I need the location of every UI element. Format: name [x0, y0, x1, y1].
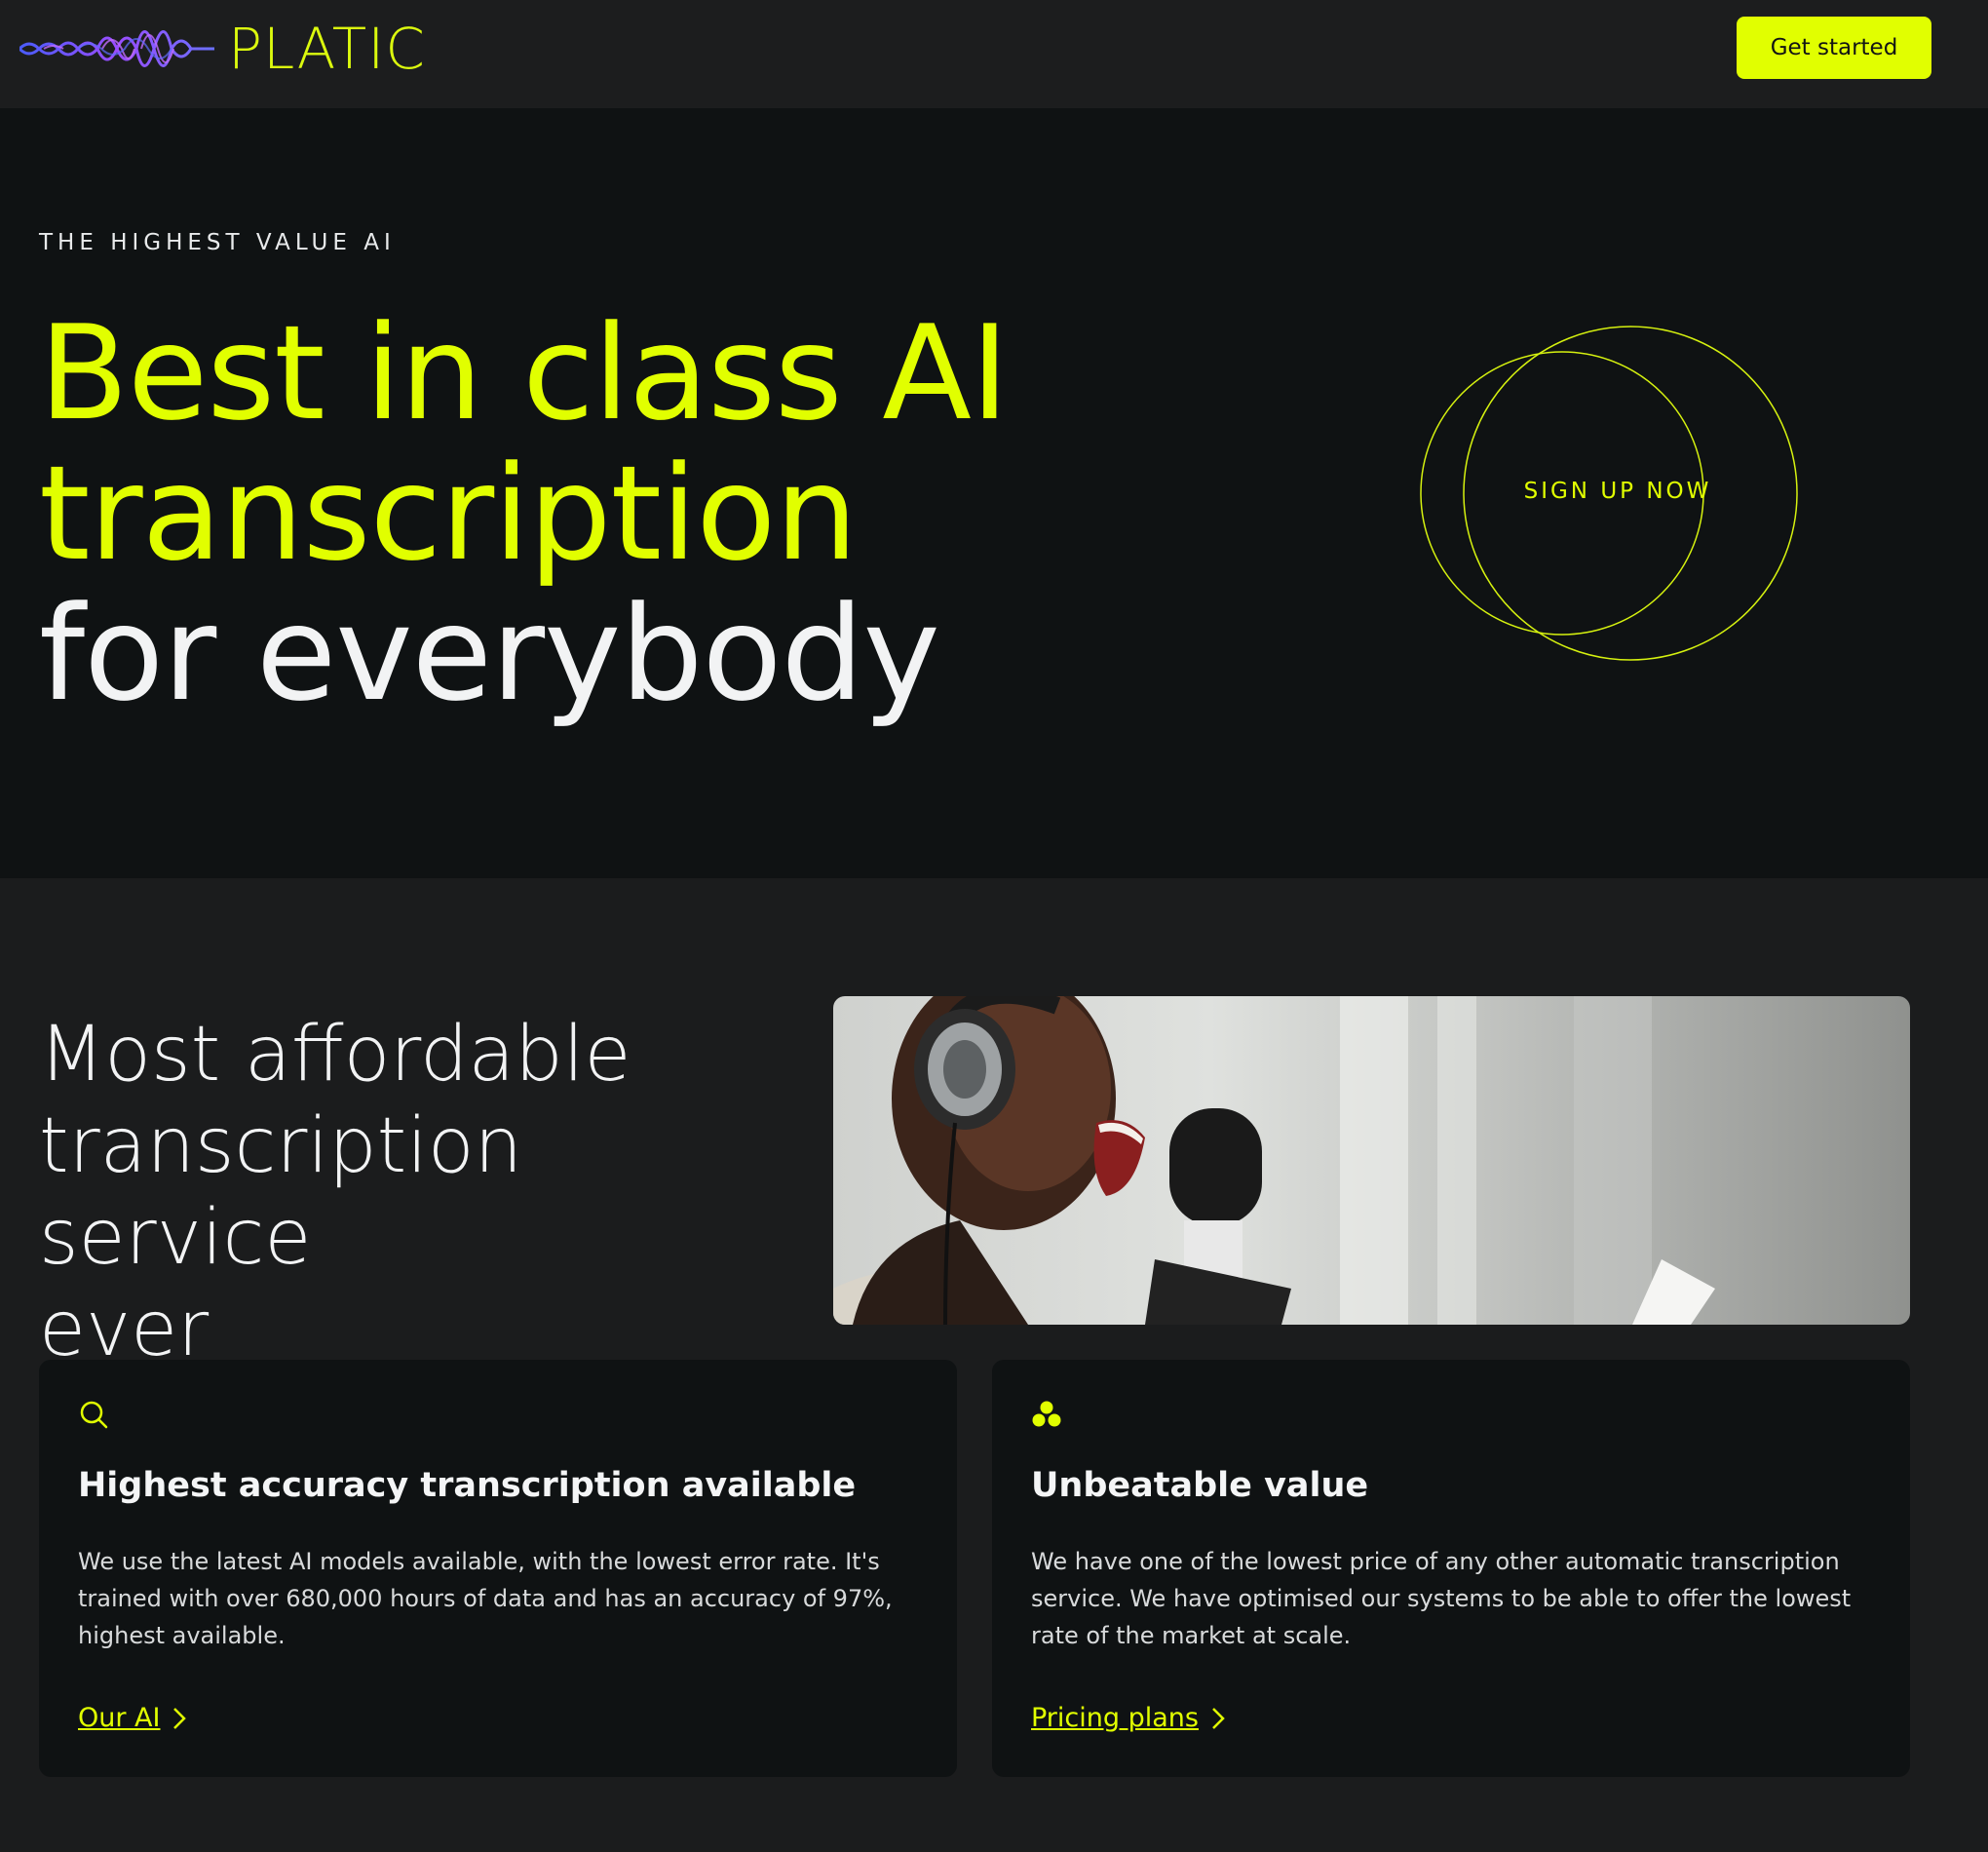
sign-up-now-button[interactable]: SIGN UP NOW: [1418, 323, 1803, 664]
affordable-title-line-1: Most affordable: [39, 1011, 631, 1099]
value-card: Unbeatable value We have one of the lowe…: [992, 1360, 1910, 1777]
chevron-right-icon: [173, 1707, 187, 1729]
headline-line-3: for everybody: [39, 578, 940, 730]
accuracy-card-title: Highest accuracy transcription available: [78, 1466, 857, 1505]
top-navigation-bar: PLATIC Get started: [0, 0, 1988, 108]
hero-eyebrow: THE HIGHEST VALUE AI: [39, 230, 396, 255]
headline-line-1: Best in class AI: [39, 297, 1009, 449]
affordable-title-line-2: transcription service: [39, 1102, 523, 1282]
three-dots-icon: [1032, 1401, 1061, 1427]
brand-name: PLATIC: [228, 16, 426, 82]
our-ai-link[interactable]: Our AI: [78, 1703, 187, 1733]
pricing-plans-link[interactable]: Pricing plans: [1031, 1703, 1226, 1733]
get-started-button[interactable]: Get started: [1737, 17, 1931, 79]
chevron-right-icon: [1212, 1707, 1225, 1729]
hero-headline: Best in class AI transcription for every…: [39, 303, 1009, 724]
value-card-title: Unbeatable value: [1031, 1466, 1369, 1505]
singer-studio-photo: [833, 996, 1910, 1325]
sound-wave-icon: [19, 30, 214, 67]
value-card-body: We have one of the lowest price of any o…: [1031, 1548, 1852, 1649]
sign-up-now-label: SIGN UP NOW: [1523, 479, 1712, 504]
accuracy-card-body: We use the latest AI models available, w…: [78, 1548, 893, 1649]
hero-section: THE HIGHEST VALUE AI Best in class AI tr…: [0, 108, 1988, 878]
affordable-title: Most affordable transcription service ev…: [39, 1009, 799, 1375]
our-ai-link-label: Our AI: [78, 1703, 161, 1733]
singer-illustration: [833, 996, 1715, 1325]
headline-line-2: transcription: [39, 438, 858, 590]
search-icon: [80, 1401, 108, 1429]
pricing-plans-link-label: Pricing plans: [1031, 1703, 1199, 1733]
accuracy-card: Highest accuracy transcription available…: [39, 1360, 957, 1777]
brand-logo[interactable]: PLATIC: [19, 10, 426, 88]
